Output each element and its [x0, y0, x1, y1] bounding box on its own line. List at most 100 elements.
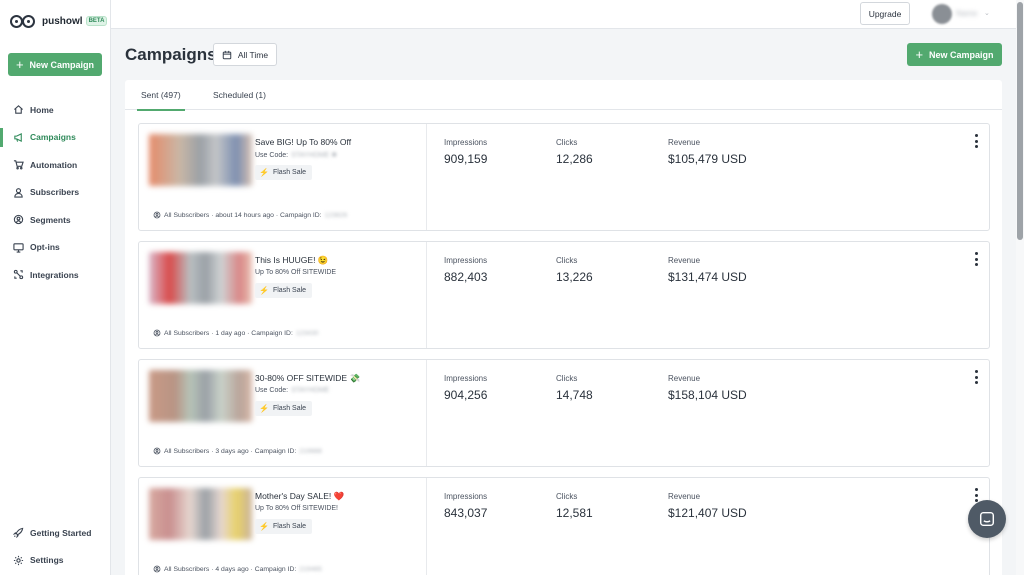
page-title: Campaigns	[125, 45, 217, 64]
sidebar-item-campaigns[interactable]: Campaigns	[0, 124, 110, 152]
user-icon	[13, 187, 24, 198]
campaign-title: This Is HUUGE! 😉	[255, 255, 329, 265]
card-divider	[426, 124, 427, 230]
calendar-icon	[222, 50, 232, 59]
card-divider	[426, 360, 427, 466]
sidebar-item-home[interactable]: Home	[0, 96, 110, 124]
sidebar-item-label: Integrations	[30, 269, 79, 280]
sidebar-item-integrations[interactable]: Integrations	[0, 261, 110, 289]
campaign-meta: All Subscribers · about 14 hours ago · C…	[153, 211, 347, 219]
bolt-icon: ⚡	[259, 522, 269, 531]
campaign-title: Save BIG! Up To 80% Off	[255, 137, 352, 147]
impressions-label: Impressions	[444, 256, 488, 265]
more-options-icon[interactable]	[972, 134, 980, 148]
campaign-card[interactable]: Mother's Day SALE! ❤️ Up To 80% Off SITE…	[138, 477, 990, 575]
campaign-image	[149, 252, 252, 304]
impressions-label: Impressions	[444, 374, 488, 383]
sidebar-item-label: Campaigns	[30, 132, 76, 143]
beta-badge: BETA	[85, 16, 108, 26]
chevron-down-icon[interactable]: ⌄	[984, 9, 990, 17]
sidebar: pushowl BETA + New Campaign Home Campaig…	[0, 0, 111, 575]
brand-name: pushowl	[42, 15, 83, 27]
more-options-icon[interactable]	[972, 370, 980, 384]
campaign-title: Mother's Day SALE! ❤️	[255, 491, 345, 501]
sidebar-item-label: Home	[30, 104, 54, 115]
clicks-value: 12,286	[556, 152, 593, 166]
bolt-icon: ⚡	[259, 404, 269, 413]
sidebar-item-label: Opt-ins	[30, 242, 60, 253]
segments-icon	[153, 447, 161, 455]
campaign-meta: All Subscribers · 1 day ago · Campaign I…	[153, 329, 319, 337]
campaign-image	[149, 134, 252, 186]
new-campaign-label: New Campaign	[929, 49, 994, 60]
campaign-subtitle: Up To 80% Off SITEWIDE!	[255, 505, 338, 512]
impressions-label: Impressions	[444, 138, 488, 147]
sidebar-item-label: Segments	[30, 214, 71, 225]
campaign-title: 30-80% OFF SITEWIDE 💸	[255, 373, 361, 383]
monitor-icon	[13, 242, 24, 253]
impressions-value: 904,256	[444, 388, 488, 402]
sidebar-item-opt-ins[interactable]: Opt-ins	[0, 234, 110, 262]
revenue-value: $121,407 USD	[668, 506, 747, 520]
more-options-icon[interactable]	[972, 252, 980, 266]
impressions-value: 843,037	[444, 506, 488, 520]
sidebar-item-label: Subscribers	[30, 187, 80, 198]
gear-icon	[13, 555, 24, 566]
sidebar-item-automation[interactable]: Automation	[0, 151, 110, 179]
upgrade-button[interactable]: Upgrade	[860, 2, 910, 25]
flash-sale-badge: ⚡ Flash Sale	[255, 165, 313, 180]
clicks-label: Clicks	[556, 492, 578, 501]
flash-sale-badge: ⚡ Flash Sale	[255, 519, 313, 534]
sidebar-item-settings[interactable]: Settings	[0, 547, 110, 575]
clicks-label: Clicks	[556, 138, 578, 147]
chat-launcher-button[interactable]	[968, 500, 1006, 538]
campaign-subtitle: Use Code: STAYHOME ✱	[255, 152, 338, 159]
top-bar: Upgrade Name ⌄	[111, 0, 1024, 29]
revenue-label: Revenue	[668, 138, 701, 147]
campaign-subtitle: Use Code: STAYHOME	[255, 387, 330, 394]
sidebar-item-segments[interactable]: Segments	[0, 206, 110, 234]
bolt-icon: ⚡	[259, 168, 269, 177]
sidebar-new-campaign-button[interactable]: + New Campaign	[8, 53, 102, 76]
clicks-value: 14,748	[556, 388, 593, 402]
flash-sale-badge: ⚡ Flash Sale	[255, 401, 313, 416]
campaign-card[interactable]: Save BIG! Up To 80% Off Use Code: STAYHOM…	[138, 123, 990, 231]
scrollbar-thumb[interactable]	[1017, 2, 1023, 240]
new-campaign-button[interactable]: + New Campaign	[907, 43, 1002, 66]
integrations-icon	[13, 269, 24, 280]
campaign-subtitle: Up To 80% Off SITEWIDE	[255, 269, 337, 276]
brand-logo[interactable]: pushowl BETA	[10, 12, 108, 30]
sidebar-nav: Home Campaigns Automation Subscribers Se…	[0, 96, 110, 289]
sidebar-item-getting-started[interactable]: Getting Started	[0, 519, 110, 547]
revenue-label: Revenue	[668, 256, 701, 265]
bolt-icon: ⚡	[259, 286, 269, 295]
segments-icon	[153, 211, 161, 219]
tab-sent[interactable]: Sent (497)	[137, 90, 185, 111]
plus-icon: +	[15, 57, 24, 72]
owl-logo-icon	[10, 12, 38, 30]
clicks-value: 13,226	[556, 270, 593, 284]
user-name[interactable]: Name	[956, 9, 977, 18]
more-options-icon[interactable]	[972, 488, 980, 502]
date-filter-button[interactable]: All Time	[213, 43, 277, 66]
rocket-icon	[13, 527, 24, 539]
revenue-value: $131,474 USD	[668, 270, 747, 284]
campaign-meta: All Subscribers · 3 days ago · Campaign …	[153, 447, 322, 455]
segments-icon	[13, 214, 24, 225]
campaign-tabs: Sent (497) Scheduled (1)	[125, 80, 1002, 111]
campaign-image	[149, 488, 252, 540]
tab-scheduled[interactable]: Scheduled (1)	[213, 90, 266, 100]
megaphone-icon	[13, 132, 24, 143]
impressions-value: 882,403	[444, 270, 488, 284]
sidebar-item-subscribers[interactable]: Subscribers	[0, 179, 110, 207]
revenue-label: Revenue	[668, 492, 701, 501]
chat-icon	[979, 511, 995, 527]
sidebar-item-label: Getting Started	[30, 527, 92, 538]
plus-icon: +	[915, 47, 924, 62]
campaign-card[interactable]: This Is HUUGE! 😉 Up To 80% Off SITEWIDE …	[138, 241, 990, 349]
sidebar-new-campaign-label: New Campaign	[29, 59, 95, 70]
impressions-value: 909,159	[444, 152, 488, 166]
campaign-card[interactable]: 30-80% OFF SITEWIDE 💸 Use Code: STAYHOME …	[138, 359, 990, 467]
avatar[interactable]	[932, 4, 952, 24]
segments-icon	[153, 329, 161, 337]
